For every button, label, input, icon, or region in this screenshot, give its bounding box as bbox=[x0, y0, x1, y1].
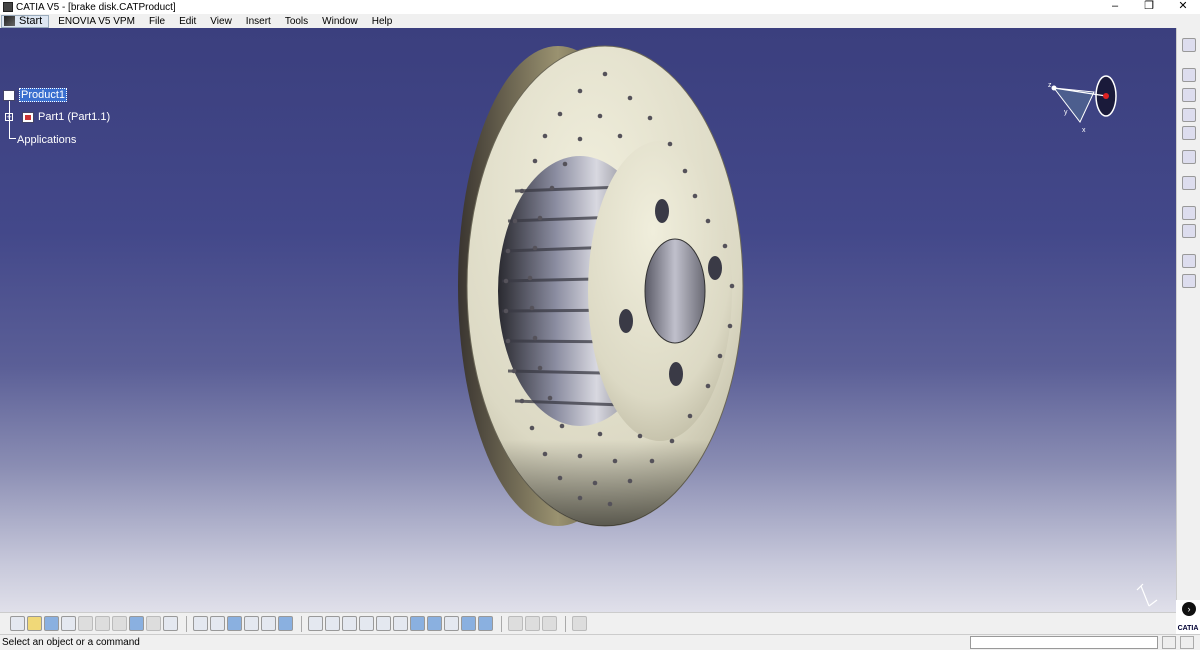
compass-axis-z: z bbox=[1048, 82, 1052, 89]
rotate-icon[interactable] bbox=[359, 616, 374, 631]
compass-axis-x: x bbox=[1082, 127, 1086, 134]
3d-viewport[interactable]: Product1 + Part1 (Part1.1) Applications bbox=[0, 28, 1176, 612]
compass-axis-y: y bbox=[1064, 109, 1068, 116]
normal-view-icon[interactable] bbox=[410, 616, 425, 631]
bottom-toolbar bbox=[0, 612, 1176, 634]
menu-insert[interactable]: Insert bbox=[246, 16, 271, 27]
start-menu[interactable]: Start bbox=[1, 14, 50, 28]
paste-icon[interactable] bbox=[112, 616, 127, 631]
zoom-in-icon[interactable] bbox=[376, 616, 391, 631]
redo-icon[interactable] bbox=[146, 616, 161, 631]
status-bar: Select an object or a command bbox=[0, 634, 1200, 650]
part-icon bbox=[22, 111, 34, 123]
minimize-button[interactable]: – bbox=[1098, 0, 1132, 14]
status-button-2[interactable] bbox=[1180, 636, 1194, 649]
fly-icon[interactable] bbox=[325, 616, 340, 631]
center-bore bbox=[644, 238, 706, 344]
knowledge-icon[interactable] bbox=[210, 616, 225, 631]
tree-connector bbox=[9, 138, 16, 139]
axis-triad-icon bbox=[1136, 583, 1158, 607]
copy-icon[interactable] bbox=[95, 616, 110, 631]
title-bar: CATIA V5 - [brake disk.CATProduct] – ❐ ✕ bbox=[0, 0, 1200, 14]
tree-node-label: Applications bbox=[17, 134, 77, 146]
normal-view-icon[interactable] bbox=[1182, 150, 1196, 164]
pan-icon[interactable] bbox=[1182, 88, 1196, 102]
cut-icon[interactable] bbox=[78, 616, 93, 631]
hide-show-icon[interactable] bbox=[461, 616, 476, 631]
command-input[interactable] bbox=[970, 636, 1158, 649]
catia-logo-mark: › bbox=[1182, 602, 1196, 616]
shading-icon[interactable] bbox=[444, 616, 459, 631]
status-button-1[interactable] bbox=[1162, 636, 1176, 649]
save-icon[interactable] bbox=[44, 616, 59, 631]
brake-disk-model[interactable] bbox=[440, 36, 760, 536]
select-icon[interactable] bbox=[1182, 176, 1196, 190]
fit-all-icon[interactable] bbox=[308, 616, 323, 631]
start-icon bbox=[4, 16, 15, 26]
measure-between-icon[interactable] bbox=[508, 616, 523, 631]
catia-logo: › CATIA bbox=[1176, 600, 1200, 634]
window-title: CATIA V5 - [brake disk.CATProduct] bbox=[16, 1, 176, 13]
menu-bar: Start ENOVIA V5 VPM File Edit View Inser… bbox=[0, 14, 1200, 28]
measure-item-icon[interactable] bbox=[525, 616, 540, 631]
whats-this-icon[interactable] bbox=[163, 616, 178, 631]
measure-icon[interactable] bbox=[1182, 274, 1196, 288]
properties-icon[interactable] bbox=[278, 616, 293, 631]
open-icon[interactable] bbox=[27, 616, 42, 631]
toolbar-separator bbox=[301, 615, 302, 632]
specification-tree: Product1 + Part1 (Part1.1) Applications bbox=[0, 86, 140, 156]
toolbar-separator bbox=[186, 615, 187, 632]
right-toolbar bbox=[1176, 28, 1200, 612]
menu-edit[interactable]: Edit bbox=[179, 16, 196, 27]
tree-node-product[interactable]: Product1 bbox=[3, 88, 68, 102]
swap-space-icon[interactable] bbox=[478, 616, 493, 631]
iso-view-icon[interactable] bbox=[427, 616, 442, 631]
window-controls: – ❐ ✕ bbox=[1098, 0, 1200, 14]
tree-node-label: Part1 (Part1.1) bbox=[38, 111, 111, 123]
pan-icon[interactable] bbox=[342, 616, 357, 631]
catia-app-icon bbox=[3, 2, 13, 12]
catalog-browser-icon[interactable] bbox=[261, 616, 276, 631]
menu-enovia[interactable]: ENOVIA V5 VPM bbox=[58, 16, 135, 27]
snap-icon[interactable] bbox=[1182, 206, 1196, 220]
catalog-icon[interactable] bbox=[1182, 224, 1196, 238]
new-icon[interactable] bbox=[10, 616, 25, 631]
design-table-icon[interactable] bbox=[227, 616, 242, 631]
menu-window[interactable]: Window bbox=[322, 16, 358, 27]
tree-node-label: Product1 bbox=[19, 88, 68, 102]
rotate-icon[interactable] bbox=[1182, 108, 1196, 122]
formula-icon[interactable] bbox=[193, 616, 208, 631]
photo-icon[interactable] bbox=[572, 616, 587, 631]
zoom-out-icon[interactable] bbox=[393, 616, 408, 631]
menu-file[interactable]: File bbox=[149, 16, 165, 27]
restore-button[interactable]: ❐ bbox=[1132, 0, 1166, 14]
tree-node-applications[interactable]: Applications bbox=[17, 134, 76, 146]
sketcher-icon[interactable] bbox=[1182, 38, 1196, 52]
analysis-icon[interactable] bbox=[542, 616, 557, 631]
product-icon bbox=[3, 89, 15, 101]
grid-icon[interactable] bbox=[244, 616, 259, 631]
close-button[interactable]: ✕ bbox=[1166, 0, 1200, 14]
start-label: Start bbox=[19, 15, 43, 27]
menu-view[interactable]: View bbox=[210, 16, 232, 27]
menu-tools[interactable]: Tools bbox=[285, 16, 308, 27]
expand-icon[interactable]: + bbox=[5, 113, 13, 122]
fly-mode-icon[interactable] bbox=[1182, 68, 1196, 82]
status-message: Select an object or a command bbox=[2, 637, 140, 648]
print-icon[interactable] bbox=[61, 616, 76, 631]
compass-widget[interactable]: z y x bbox=[1044, 74, 1120, 136]
toolbar-separator bbox=[501, 615, 502, 632]
tree-node-part[interactable]: + Part1 (Part1.1) bbox=[5, 111, 110, 123]
zoom-icon[interactable] bbox=[1182, 126, 1196, 140]
menu-help[interactable]: Help bbox=[372, 16, 393, 27]
image-icon[interactable] bbox=[1182, 254, 1196, 268]
toolbar-separator bbox=[565, 615, 566, 632]
catia-logo-text: CATIA bbox=[1177, 625, 1199, 632]
undo-icon[interactable] bbox=[129, 616, 144, 631]
